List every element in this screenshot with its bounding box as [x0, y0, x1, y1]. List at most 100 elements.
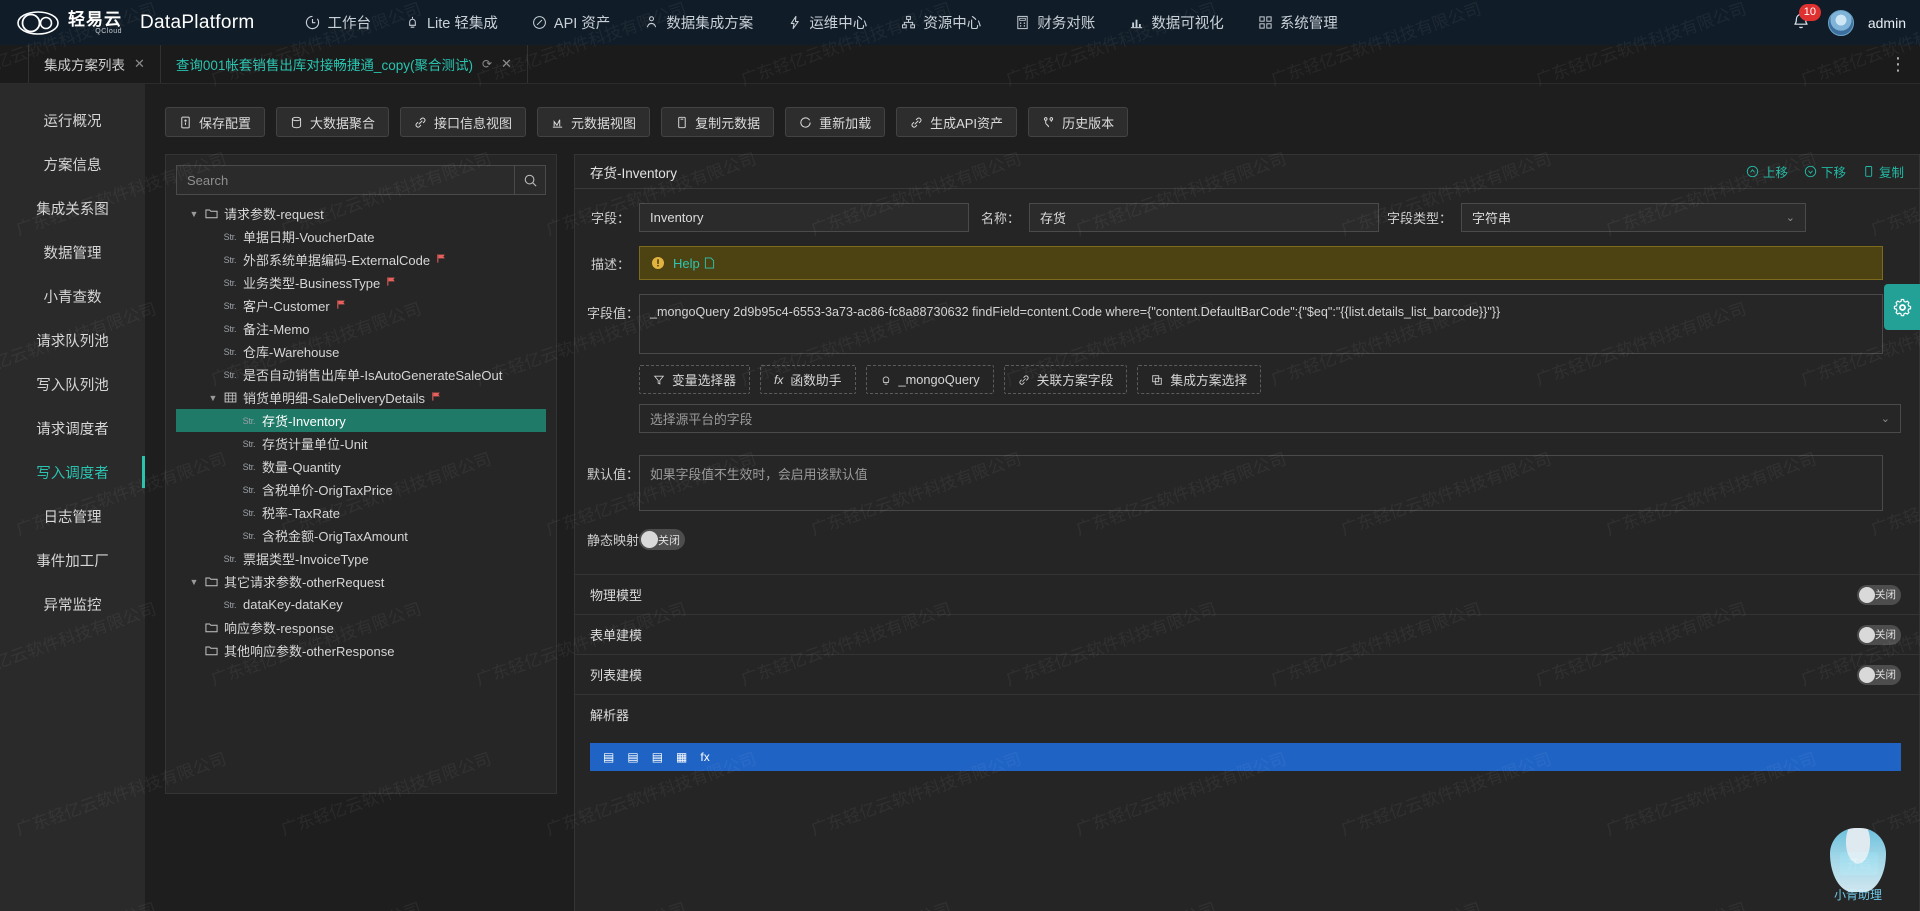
- sidebar-item-label: 数据管理: [44, 242, 102, 263]
- chevron-down-icon[interactable]: ▼: [205, 393, 221, 403]
- integration-scheme-select-button[interactable]: 集成方案选择: [1137, 365, 1261, 394]
- field-value-editor[interactable]: _mongoQuery 2d9b95c4-6553-3a73-ac86-fc8a…: [639, 294, 1883, 354]
- tree-node[interactable]: Str.是否自动销售出库单-IsAutoGenerateSaleOut: [176, 363, 546, 386]
- nav-item-lite[interactable]: Lite 轻集成: [388, 0, 515, 45]
- static-mapping-toggle[interactable]: 关闭: [639, 529, 685, 550]
- settings-panel-button[interactable]: [1884, 284, 1920, 330]
- metadata-view-button[interactable]: 元数据视图: [537, 107, 650, 137]
- reload-button[interactable]: 重新加载: [785, 107, 885, 137]
- nav-item-data-integration[interactable]: 数据集成方案: [627, 0, 770, 45]
- chevron-down-icon[interactable]: ▼: [186, 577, 202, 587]
- field-type-select[interactable]: 字符串 ⌄: [1461, 203, 1806, 232]
- tree-node[interactable]: Str.备注-Memo: [176, 317, 546, 340]
- physical-model-toggle[interactable]: 关闭: [1857, 585, 1901, 605]
- sidebar-item-event-factory[interactable]: 事件加工厂: [0, 538, 145, 582]
- related-scheme-field-button[interactable]: 关联方案字段: [1004, 365, 1128, 394]
- parser-editor-toolbar[interactable]: ▤ ▤ ▤ ▦ fx: [590, 743, 1901, 771]
- search-input[interactable]: [176, 165, 514, 195]
- nav-item-data-visualization[interactable]: 数据可视化: [1112, 0, 1241, 45]
- sidebar-item-xiaoqing-query[interactable]: 小青查数: [0, 274, 145, 318]
- username-label[interactable]: admin: [1868, 15, 1906, 31]
- sidebar-item-relation-graph[interactable]: 集成关系图: [0, 186, 145, 230]
- gear-icon: [1893, 298, 1912, 317]
- tree-node[interactable]: Str.dataKey-dataKey: [176, 593, 546, 616]
- field-input[interactable]: [639, 203, 969, 232]
- sidebar-item-data-management[interactable]: 数据管理: [0, 230, 145, 274]
- bigdata-aggregate-button[interactable]: 大数据聚合: [276, 107, 389, 137]
- sidebar-item-scheme-info[interactable]: 方案信息: [0, 142, 145, 186]
- nav-item-system-management[interactable]: 系统管理: [1241, 0, 1355, 45]
- sidebar-item-write-scheduler[interactable]: 写入调度者: [0, 450, 145, 494]
- tree-node[interactable]: Str.含税单价-OrigTaxPrice: [176, 478, 546, 501]
- tab-overflow-menu-button[interactable]: ⋮: [1889, 45, 1908, 84]
- tree-node[interactable]: Str.客户-Customer: [176, 294, 546, 317]
- mongoquery-button[interactable]: _mongoQuery: [866, 365, 994, 394]
- sidebar-item-log-management[interactable]: 日志管理: [0, 494, 145, 538]
- nav-item-api-assets[interactable]: API 资产: [515, 0, 627, 45]
- nav-label: 工作台: [327, 12, 371, 33]
- default-value-editor[interactable]: 如果字段值不生效时，会启用该默认值: [639, 455, 1883, 511]
- search-button[interactable]: [514, 165, 546, 195]
- editor-icon-3[interactable]: ▤: [652, 750, 663, 764]
- top-nav-items: 工作台 Lite 轻集成 API 资产: [288, 0, 1354, 45]
- section-parser[interactable]: 解析器: [575, 694, 1919, 734]
- section-form-modeling[interactable]: 表单建模 关闭: [575, 614, 1919, 654]
- function-helper-button[interactable]: fx 函数助手: [760, 365, 856, 394]
- sidebar-item-write-queue-pool[interactable]: 写入队列池: [0, 362, 145, 406]
- editor-fx-icon[interactable]: fx: [700, 750, 709, 764]
- notifications-button[interactable]: 10: [1790, 11, 1814, 35]
- chevron-down-icon[interactable]: ▼: [186, 209, 202, 219]
- tree-node[interactable]: 响应参数-response: [176, 616, 546, 639]
- close-icon[interactable]: ✕: [134, 56, 145, 72]
- interface-info-view-button[interactable]: 接口信息视图: [400, 107, 526, 137]
- tree-node[interactable]: Str.存货计量单位-Unit: [176, 432, 546, 455]
- form-modeling-toggle[interactable]: 关闭: [1857, 625, 1901, 645]
- assistant-widget[interactable]: 小青助理: [1810, 828, 1906, 903]
- tree-node[interactable]: Str.仓库-Warehouse: [176, 340, 546, 363]
- generate-api-asset-button[interactable]: 生成API资产: [896, 107, 1017, 137]
- description-alert: Help: [639, 246, 1883, 280]
- editor-icon-1[interactable]: ▤: [603, 750, 614, 764]
- variable-selector-button[interactable]: 变量选择器: [639, 365, 750, 394]
- name-input[interactable]: [1029, 203, 1379, 232]
- tree-node[interactable]: Str.业务类型-BusinessType: [176, 271, 546, 294]
- tab-query001-active[interactable]: 查询001帐套销售出库对接畅捷通_copy(聚合测试) ⟳ ✕: [161, 45, 528, 83]
- source-field-select[interactable]: 选择源平台的字段 ⌄: [639, 404, 1901, 433]
- sidebar-item-request-scheduler[interactable]: 请求调度者: [0, 406, 145, 450]
- sidebar-item-request-queue-pool[interactable]: 请求队列池: [0, 318, 145, 362]
- editor-icon-4[interactable]: ▦: [676, 750, 687, 764]
- tree-node[interactable]: Str.存货-Inventory: [176, 409, 546, 432]
- tree-node[interactable]: Str.单据日期-VoucherDate: [176, 225, 546, 248]
- section-list-modeling[interactable]: 列表建模 关闭: [575, 654, 1919, 694]
- list-modeling-toggle[interactable]: 关闭: [1857, 665, 1901, 685]
- tree-node[interactable]: 其他响应参数-otherResponse: [176, 639, 546, 662]
- tree-node[interactable]: Str.数量-Quantity: [176, 455, 546, 478]
- tree-node[interactable]: ▼其它请求参数-otherRequest: [176, 570, 546, 593]
- tree-node[interactable]: Str.外部系统单据编码-ExternalCode: [176, 248, 546, 271]
- tree-node[interactable]: Str.税率-TaxRate: [176, 501, 546, 524]
- nav-item-workbench[interactable]: 工作台: [288, 0, 388, 45]
- editor-icon-2[interactable]: ▤: [627, 750, 638, 764]
- refresh-icon[interactable]: ⟳: [482, 57, 492, 71]
- sidebar-item-run-overview[interactable]: 运行概况: [0, 98, 145, 142]
- copy-field-button[interactable]: 复制: [1862, 162, 1904, 181]
- tree-node[interactable]: ▼销货单明细-SaleDeliveryDetails: [176, 386, 546, 409]
- tree-node[interactable]: ▼请求参数-request: [176, 202, 546, 225]
- save-config-button[interactable]: 保存配置: [165, 107, 265, 137]
- section-physical-model[interactable]: 物理模型 关闭: [575, 574, 1919, 614]
- move-down-button[interactable]: 下移: [1804, 162, 1846, 181]
- tree-node[interactable]: Str.票据类型-InvoiceType: [176, 547, 546, 570]
- nav-item-ops-center[interactable]: 运维中心: [770, 0, 884, 45]
- brand-logo[interactable]: 轻易云 QCloud DataPlatform: [0, 8, 254, 38]
- move-up-button[interactable]: 上移: [1746, 162, 1788, 181]
- tree-node[interactable]: Str.含税金额-OrigTaxAmount: [176, 524, 546, 547]
- nav-item-resource-center[interactable]: 资源中心: [884, 0, 998, 45]
- history-version-button[interactable]: 历史版本: [1028, 107, 1128, 137]
- copy-metadata-button[interactable]: 复制元数据: [661, 107, 774, 137]
- close-icon[interactable]: ✕: [501, 56, 512, 72]
- sidebar-item-exception-monitor[interactable]: 异常监控: [0, 582, 145, 626]
- help-link[interactable]: Help: [673, 256, 715, 271]
- user-avatar[interactable]: [1828, 10, 1854, 36]
- tab-integration-list[interactable]: 集成方案列表 ✕: [28, 45, 161, 83]
- nav-item-finance-reconcile[interactable]: 财务对账: [998, 0, 1112, 45]
